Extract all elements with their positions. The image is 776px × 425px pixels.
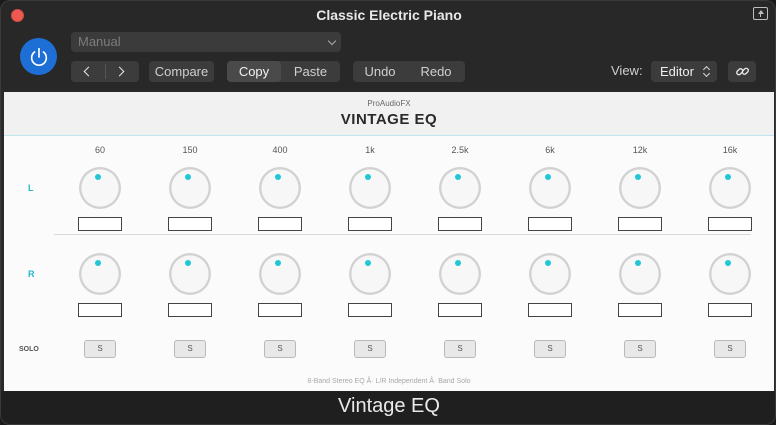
band-frequency-label: 400 <box>272 145 288 155</box>
value-field-left[interactable] <box>168 217 212 231</box>
plugin-name-bar: Vintage EQ <box>1 391 775 424</box>
knob-left[interactable] <box>529 167 571 209</box>
band-frequency-label: 16k <box>722 145 738 155</box>
compare-button[interactable]: Compare <box>149 61 214 82</box>
solo-row-label: SOLO <box>19 346 39 353</box>
knob-right[interactable] <box>439 253 481 295</box>
knob-right[interactable] <box>79 253 121 295</box>
knob-right[interactable] <box>259 253 301 295</box>
band-frequency-label: 6k <box>545 145 555 155</box>
knob-left[interactable] <box>619 167 661 209</box>
solo-button[interactable]: S <box>354 340 386 358</box>
solo-button[interactable]: S <box>174 340 206 358</box>
value-field-left[interactable] <box>438 217 482 231</box>
solo-button[interactable]: S <box>84 340 116 358</box>
preset-select[interactable]: Manual <box>71 32 341 52</box>
band-frequency-label: 1k <box>365 145 375 155</box>
chevron-right-icon[interactable] <box>114 66 125 77</box>
expand-icon[interactable] <box>753 7 768 20</box>
undo-redo-group: Undo Redo <box>353 61 465 82</box>
value-field-right[interactable] <box>258 303 302 317</box>
knob-left[interactable] <box>259 167 301 209</box>
undo-button[interactable]: Undo <box>353 61 407 82</box>
knob-right[interactable] <box>619 253 661 295</box>
knob-left[interactable] <box>79 167 121 209</box>
value-field-left[interactable] <box>708 217 752 231</box>
band-frequency-label: 150 <box>182 145 198 155</box>
band-frequency-label: 12k <box>632 145 648 155</box>
redo-button[interactable]: Redo <box>407 61 465 82</box>
plugin-name: Vintage EQ <box>338 395 440 417</box>
band-frequency-label: 60 <box>94 145 105 155</box>
knob-left[interactable] <box>439 167 481 209</box>
chevron-down-icon <box>327 36 337 46</box>
eq-panel-header: ProAudioFX VINTAGE EQ <box>4 92 774 136</box>
knob-right[interactable] <box>349 253 391 295</box>
value-field-right[interactable] <box>348 303 392 317</box>
value-field-right[interactable] <box>618 303 662 317</box>
value-field-right[interactable] <box>708 303 752 317</box>
solo-button[interactable]: S <box>264 340 296 358</box>
eq-panel: ProAudioFX VINTAGE EQ 60 150 400 1k 2.5k 6k 12… <box>4 92 774 391</box>
solo-button[interactable]: S <box>714 340 746 358</box>
knob-right[interactable] <box>169 253 211 295</box>
knob-left[interactable] <box>709 167 751 209</box>
view-value: Editor <box>660 64 694 79</box>
plugin-header-bar: Classic Electric Piano Manual Compare Co… <box>1 1 775 92</box>
value-field-left[interactable] <box>258 217 302 231</box>
nav-divider <box>105 64 106 79</box>
knob-left[interactable] <box>349 167 391 209</box>
product-name: VINTAGE EQ <box>340 111 438 128</box>
preset-nav-group <box>71 61 139 82</box>
right-channel-label: R <box>28 269 35 279</box>
view-select[interactable]: Editor <box>651 61 717 82</box>
view-label: View: <box>611 63 643 78</box>
left-channel-label: L <box>28 183 34 193</box>
knob-right[interactable] <box>529 253 571 295</box>
link-button[interactable] <box>728 61 756 82</box>
band-frequency-label: 2.5k <box>451 145 469 155</box>
value-field-right[interactable] <box>438 303 482 317</box>
copy-button[interactable]: Copy <box>227 61 281 82</box>
solo-button[interactable]: S <box>444 340 476 358</box>
knob-left[interactable] <box>169 167 211 209</box>
power-icon <box>30 47 47 66</box>
paste-button[interactable]: Paste <box>281 61 340 82</box>
value-field-right[interactable] <box>78 303 122 317</box>
power-button[interactable] <box>20 38 57 75</box>
value-field-left[interactable] <box>618 217 662 231</box>
chevron-down-icon <box>702 69 711 78</box>
value-field-left[interactable] <box>528 217 572 231</box>
copy-paste-group: Copy Paste <box>227 61 340 82</box>
preset-value: Manual <box>78 34 121 49</box>
value-field-right[interactable] <box>168 303 212 317</box>
channel-divider <box>54 234 751 235</box>
feature-note: 8-Band Stereo EQ Â· L/R Independent Â· B… <box>307 378 471 385</box>
knob-right[interactable] <box>709 253 751 295</box>
chevron-left-icon[interactable] <box>83 66 94 77</box>
value-field-left[interactable] <box>348 217 392 231</box>
solo-button[interactable]: S <box>534 340 566 358</box>
window-title: Classic Electric Piano <box>316 7 462 23</box>
value-field-right[interactable] <box>528 303 572 317</box>
brand-name: ProAudioFX <box>367 99 411 108</box>
link-icon <box>735 67 749 76</box>
plugin-window: Classic Electric Piano Manual Compare Co… <box>0 0 776 425</box>
solo-button[interactable]: S <box>624 340 656 358</box>
value-field-left[interactable] <box>78 217 122 231</box>
